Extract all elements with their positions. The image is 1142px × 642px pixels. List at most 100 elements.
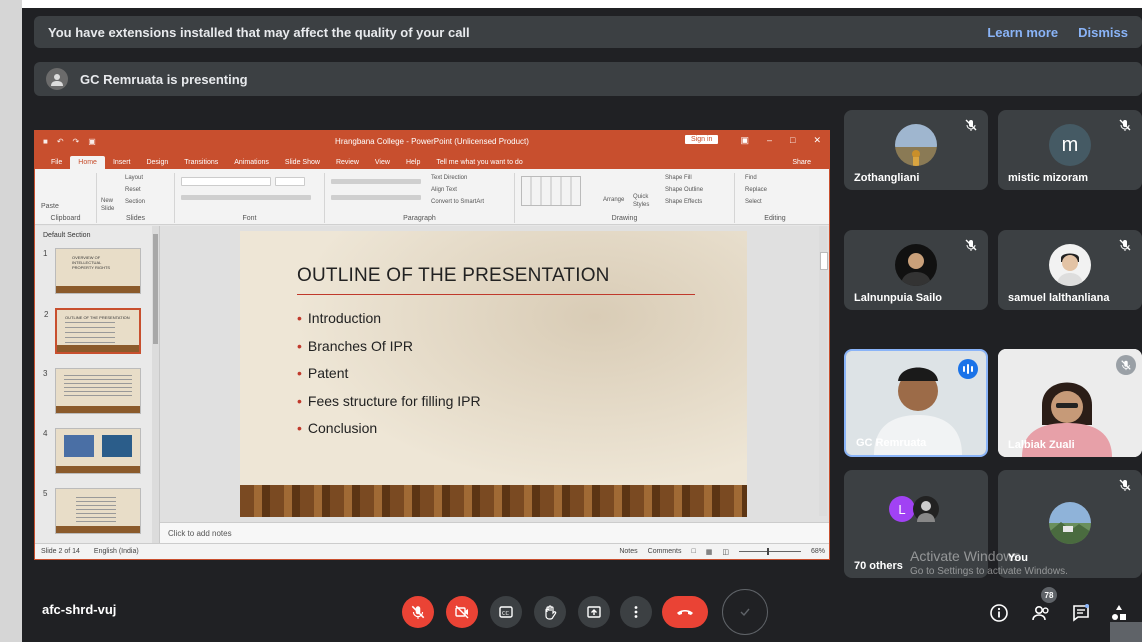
presenter-avatar [46,68,68,90]
meeting-details-button[interactable] [986,600,1012,626]
others-avatars: L [889,496,939,522]
dismiss-button[interactable]: Dismiss [1078,25,1128,40]
thumbnail-number: 2 [44,310,49,319]
raise-hand-icon [545,605,557,620]
language-indicator: English (India) [93,548,139,555]
more-options-icon [634,606,638,618]
ppt-tell-me: Tell me what you want to do [436,159,523,166]
mic-off-icon [964,238,978,252]
ppt-status-bar: Slide 2 of 14 English (India) Notes Comm… [35,543,829,559]
camera-toggle-button[interactable] [446,596,478,628]
ribbon-new-slide: New Slide [101,198,115,212]
activities-icon [1112,605,1126,620]
chat-icon [1073,604,1089,622]
camera-off-icon [455,605,469,619]
slide-bullet: Introduction [297,305,481,333]
slide-scrollbar [819,226,828,516]
participant-tile[interactable]: Lalnunpuia Sailo [844,230,988,310]
slide-bullet: Branches Of IPR [297,333,481,361]
check-icon [740,608,750,617]
more-options-button[interactable] [620,596,652,628]
ppt-titlebar: ■ ↶ ↷ ▣ Hrangbana College - PowerPoint (… [35,131,829,151]
ppt-tab-slideshow: Slide Show [284,159,320,166]
participant-name: You [1008,552,1028,564]
people-button[interactable] [1028,600,1054,626]
ribbon-quick-styles: Quick Styles [633,194,650,208]
ribbon-find: Find [745,175,757,181]
slide-wood-floor [240,485,747,517]
extension-warning-banner: You have extensions installed that may a… [34,16,1142,48]
participant-tile[interactable]: Zothangliani [844,110,988,190]
slide-thumbnail-1: 1 OVERVIEW OF INTELLECTUAL PROPERTY RIGH… [43,248,141,294]
shared-screen-powerpoint: ■ ↶ ↷ ▣ Hrangbana College - PowerPoint (… [34,130,830,560]
ribbon-group-editing: Find Replace Select Editing [735,173,815,223]
maximize-icon: □ [790,135,796,145]
svg-text:CC: CC [502,611,509,617]
thumbnail-text: OUTLINE OF THE PRESENTATION [65,315,130,320]
participant-tile[interactable]: m mistic mizoram [998,110,1142,190]
ribbon-shape-outline: Shape Outline [665,187,704,193]
chat-button[interactable] [1068,600,1094,626]
captions-button[interactable]: CC [490,596,522,628]
view-reading-icon: ◫ [722,548,729,556]
mic-off-icon [411,605,425,619]
end-call-button[interactable] [662,596,708,628]
participant-name: Zothangliani [854,172,920,184]
meeting-code: afc-shrd-vuj [42,602,117,617]
info-icon [990,604,1008,622]
ppt-tab-home: Home [70,156,105,169]
participant-name: Lalbiak Zuali [1008,439,1075,451]
ppt-tab-review: Review [335,159,359,166]
captions-icon: CC [499,606,513,618]
ppt-tab-view: View [374,159,390,166]
learn-more-link[interactable]: Learn more [987,25,1058,40]
ribbon-align-text: Align Text [431,187,457,193]
ppt-tab-insert: Insert [112,159,131,166]
slide-thumbnail-pane: Default Section 1 OVERVIEW OF INTELLECTU… [35,226,160,545]
minimize-icon: – [767,135,773,145]
ppt-ribbon: Paste Clipboard New Slide Layout Reset S… [35,169,829,225]
landscape-photo-icon [1049,522,1091,544]
participant-name: mistic mizoram [1008,172,1089,184]
ribbon-paste: Paste [41,203,59,210]
banner-message: You have extensions installed that may a… [48,24,470,40]
ribbon-group-font: Font [175,173,325,223]
speaking-indicator-icon [958,359,978,379]
person-photo-icon [917,501,935,522]
ribbon-label-slides: Slides [125,215,146,222]
save-icon: ■ [43,136,48,146]
notes-toggle: Notes [619,548,638,555]
ppt-share-button: Share [792,159,811,166]
participant-video-tile[interactable]: Lalbiak Zuali [998,349,1142,457]
slide-thumbnail-4: 4 [43,428,141,474]
others-tile[interactable]: L 70 others [844,470,988,578]
confirm-button[interactable] [722,589,768,635]
mic-off-icon [1116,355,1136,375]
mic-toggle-button[interactable] [402,596,434,628]
participant-avatar [895,124,937,166]
participant-video-tile[interactable]: GC Remruata [844,349,988,457]
ribbon-reset: Reset [125,187,141,193]
thumbnail-text: OVERVIEW OF INTELLECTUAL PROPERTY RIGHTS [72,255,111,270]
mic-off-icon [964,118,978,132]
redo-icon: ↷ [72,136,80,146]
comments-toggle: Comments [647,548,682,555]
ribbon-group-clipboard: Paste Clipboard [35,173,97,223]
ribbon-label-clipboard: Clipboard [50,215,81,222]
corner-tab [1110,622,1142,642]
self-tile[interactable]: You [998,470,1142,578]
participant-name: samuel lalthanliana [1008,292,1110,304]
people-icon [1032,605,1049,621]
raise-hand-button[interactable] [534,596,566,628]
ribbon-label-drawing: Drawing [611,215,638,222]
present-icon [587,606,601,618]
ppt-tab-file: File [51,159,63,166]
participant-tile[interactable]: samuel lalthanliana [998,230,1142,310]
present-button[interactable] [578,596,610,628]
zoom-level: 68% [810,548,825,555]
section-label: Default Section [43,232,91,239]
participant-avatar [1049,502,1091,544]
person-photo-icon [1057,253,1083,286]
thumbnail-scrollbar [152,226,159,545]
participant-name: 70 others [854,560,903,572]
